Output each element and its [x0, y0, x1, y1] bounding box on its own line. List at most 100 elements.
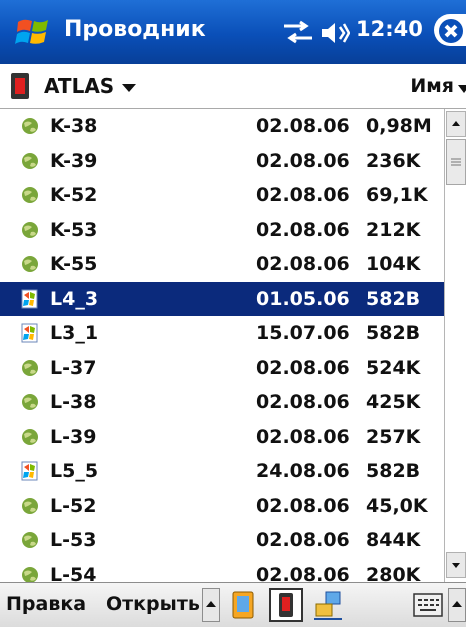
file-name: L-39 — [50, 425, 97, 448]
network-share-button[interactable] — [312, 588, 344, 622]
grip-icon — [451, 158, 461, 166]
toolbar-up-arrow-button[interactable] — [202, 588, 220, 622]
map-file-icon — [22, 359, 38, 376]
folder-selector[interactable]: ATLAS — [44, 74, 114, 98]
file-row[interactable]: K-55 02.08.06 104K — [0, 247, 444, 282]
file-size: 257K — [366, 425, 421, 448]
map-file-icon — [22, 152, 38, 169]
input-panel-button[interactable] — [412, 588, 444, 622]
map-file-icon — [22, 118, 38, 134]
file-size: 425K — [366, 391, 421, 413]
file-name: K-52 — [50, 184, 98, 206]
arrow-up-icon — [452, 121, 460, 126]
file-name: K-38 — [50, 115, 98, 137]
clock[interactable]: 12:40 — [356, 17, 423, 41]
menu-bar: Правка Открыть — [0, 582, 466, 627]
scroll-down-button[interactable] — [446, 552, 466, 578]
storage-card-button[interactable] — [228, 588, 258, 622]
open-button[interactable]: Открыть — [106, 593, 200, 615]
file-date: 02.08.06 — [256, 356, 350, 379]
file-row[interactable]: L3_1 15.07.06 582B — [0, 316, 444, 351]
file-list[interactable]: K-38 02.08.06 0,98M K-39 02.08.06 236K K-52 02.… — [0, 109, 444, 582]
file-row[interactable]: L5_5 24.08.06 582B — [0, 454, 444, 489]
map-file-icon — [22, 187, 38, 203]
file-size: 582B — [366, 460, 421, 482]
title-bar: Проводник 12:40 — [0, 0, 466, 64]
file-date: 02.08.06 — [256, 529, 350, 551]
shortcut-file-icon — [21, 461, 38, 481]
file-name: K-55 — [50, 253, 98, 275]
file-name: L4_3 — [50, 287, 99, 310]
file-name: L-52 — [50, 494, 97, 517]
file-name: K-53 — [50, 218, 98, 241]
file-size: 104K — [366, 253, 421, 275]
file-date: 02.08.06 — [256, 563, 350, 583]
file-size: 524K — [366, 356, 421, 379]
map-file-icon — [22, 428, 38, 445]
map-file-icon — [22, 394, 38, 410]
file-date: 02.08.06 — [256, 149, 350, 172]
map-file-icon — [22, 497, 38, 514]
file-name: L-54 — [50, 563, 97, 583]
file-name: L5_5 — [50, 460, 99, 482]
file-date: 02.08.06 — [256, 218, 350, 241]
file-row[interactable]: K-38 02.08.06 0,98M — [0, 109, 444, 144]
file-date: 02.08.06 — [256, 425, 350, 448]
shortcut-file-icon — [21, 323, 38, 343]
device-button[interactable] — [268, 588, 304, 622]
app-title[interactable]: Проводник — [64, 17, 206, 42]
file-row[interactable]: L-37 02.08.06 524K — [0, 351, 444, 386]
file-row[interactable]: L-52 02.08.06 45,0K — [0, 489, 444, 524]
windows-flag-icon[interactable] — [14, 12, 54, 52]
connectivity-arrows-icon[interactable] — [282, 20, 314, 46]
map-file-icon — [22, 256, 38, 272]
file-size: 280K — [366, 563, 421, 583]
file-date: 01.05.06 — [256, 287, 350, 310]
file-row[interactable]: L-39 02.08.06 257K — [0, 420, 444, 455]
file-name: L3_1 — [50, 322, 99, 344]
arrow-up-icon — [452, 601, 462, 607]
file-date: 02.08.06 — [256, 253, 350, 275]
chevron-down-icon[interactable] — [122, 84, 136, 92]
chevron-down-icon[interactable] — [458, 85, 466, 93]
vertical-scrollbar[interactable] — [444, 109, 466, 582]
file-size: 0,98M — [366, 115, 432, 137]
file-date: 15.07.06 — [256, 322, 350, 344]
map-file-icon — [22, 532, 38, 548]
file-date: 02.08.06 — [256, 115, 350, 137]
file-row[interactable]: K-52 02.08.06 69,1K — [0, 178, 444, 213]
speaker-icon[interactable] — [320, 20, 350, 46]
file-size: 45,0K — [366, 494, 428, 517]
sort-selector[interactable]: Имя — [410, 75, 454, 97]
arrow-up-icon — [206, 601, 216, 607]
file-date: 24.08.06 — [256, 460, 350, 482]
file-size: 582B — [366, 322, 421, 344]
file-size: 844K — [366, 529, 421, 551]
file-row[interactable]: K-53 02.08.06 212K — [0, 213, 444, 248]
map-file-icon — [22, 566, 38, 582]
device-memory-icon — [269, 588, 303, 622]
file-size: 582B — [366, 287, 421, 310]
storage-card-icon — [232, 591, 254, 619]
network-share-icon — [314, 591, 342, 620]
file-size: 69,1K — [366, 184, 428, 206]
arrow-down-icon — [452, 563, 460, 568]
file-row[interactable]: L-53 02.08.06 844K — [0, 523, 444, 558]
folder-bar: ATLAS Имя — [0, 64, 466, 109]
edit-menu[interactable]: Правка — [6, 593, 86, 615]
file-row[interactable]: K-39 02.08.06 236K — [0, 144, 444, 179]
file-row[interactable]: L4_3 01.05.06 582B — [0, 281, 444, 316]
file-size: 236K — [366, 149, 421, 172]
keyboard-icon — [413, 593, 443, 617]
file-date: 02.08.06 — [256, 494, 350, 517]
close-button[interactable] — [434, 14, 466, 46]
file-row[interactable]: L-38 02.08.06 425K — [0, 385, 444, 420]
scroll-up-button[interactable] — [446, 111, 466, 137]
device-memory-icon — [11, 73, 29, 99]
shortcut-file-icon — [21, 289, 38, 308]
file-size: 212K — [366, 218, 421, 241]
input-method-arrow-button[interactable] — [448, 588, 466, 622]
file-row[interactable]: L-54 02.08.06 280K — [0, 558, 444, 583]
scroll-thumb[interactable] — [446, 139, 466, 185]
file-name: L-38 — [50, 391, 97, 413]
